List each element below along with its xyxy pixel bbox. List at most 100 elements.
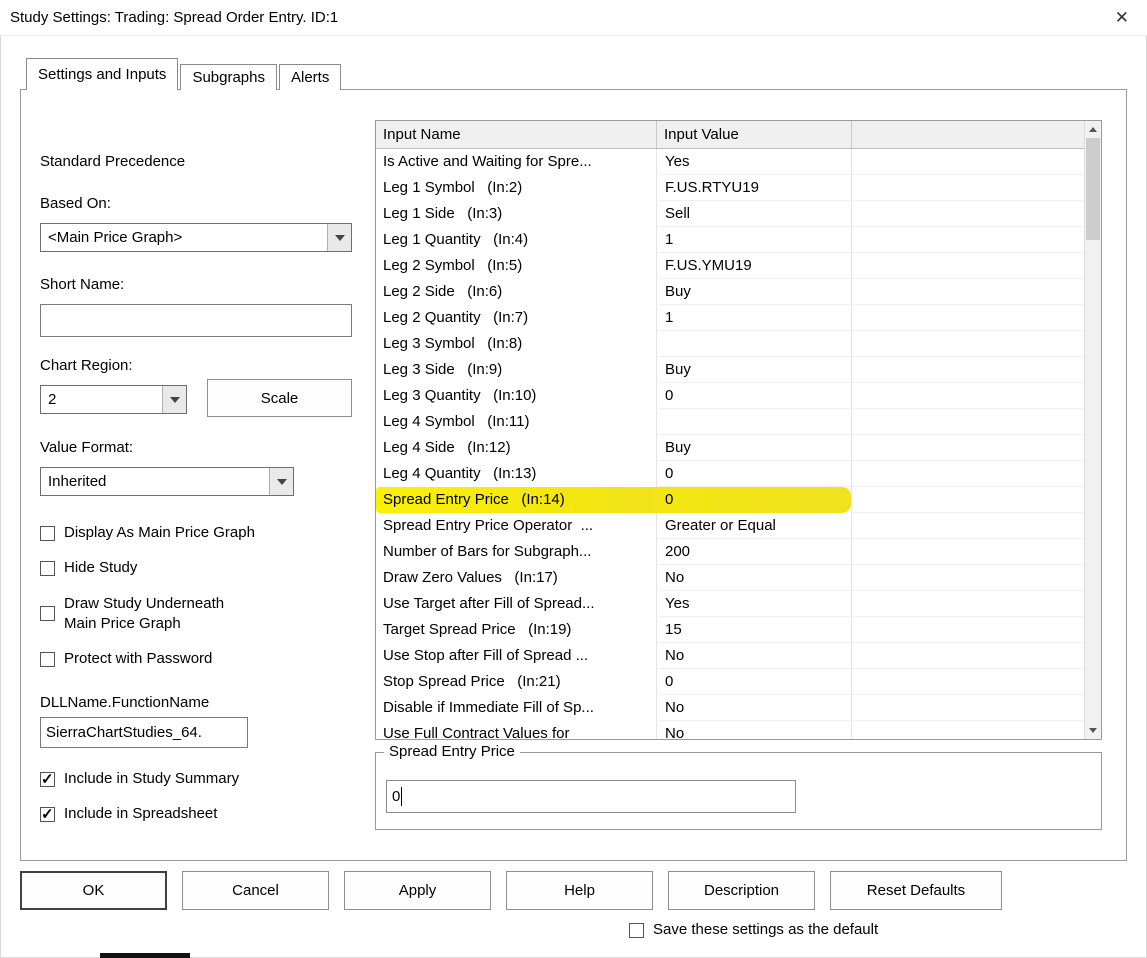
groupbox-title: Spread Entry Price <box>384 743 520 760</box>
cancel-button[interactable]: Cancel <box>182 871 329 910</box>
checkbox-icon[interactable] <box>40 805 55 823</box>
input-extra-cell <box>851 591 1101 617</box>
column-header-input-value[interactable]: Input Value <box>656 121 851 148</box>
input-value-cell: Buy <box>656 279 851 305</box>
chevron-up-icon <box>1089 127 1097 132</box>
table-row[interactable]: Target Spread Price (In:19) 15 <box>376 617 1101 643</box>
scroll-up-button[interactable] <box>1085 121 1101 138</box>
ok-button[interactable]: OK <box>20 871 167 910</box>
dll-function-input[interactable] <box>40 717 248 748</box>
table-row[interactable]: Is Active and Waiting for Spre... Yes <box>376 149 1101 175</box>
table-row[interactable]: Spread Entry Price Operator ... Greater o… <box>376 513 1101 539</box>
input-name-cell: Stop Spread Price (In:21) <box>383 673 561 690</box>
table-row[interactable]: Leg 3 Symbol (In:8) <box>376 331 1101 357</box>
checkbox-hide-study[interactable]: Hide Study <box>40 558 360 578</box>
input-extra-cell <box>851 409 1101 435</box>
tab-alerts[interactable]: Alerts <box>279 64 342 90</box>
table-row[interactable]: Leg 4 Side (In:12) Buy <box>376 435 1101 461</box>
table-row[interactable]: Stop Spread Price (In:21) 0 <box>376 669 1101 695</box>
reset-defaults-button[interactable]: Reset Defaults <box>830 871 1002 910</box>
table-row[interactable]: Leg 1 Symbol (In:2) F.US.RTYU19 <box>376 175 1101 201</box>
checkbox-label: Include in Study Summary <box>64 770 240 787</box>
help-button[interactable]: Help <box>506 871 653 910</box>
input-extra-cell <box>851 253 1101 279</box>
table-row[interactable]: Leg 4 Quantity (In:13) 0 <box>376 461 1101 487</box>
input-value-cell: 0 <box>656 383 851 409</box>
column-header-blank[interactable] <box>851 121 1101 148</box>
close-icon[interactable]: ✕ <box>1107 6 1137 30</box>
checkbox-icon[interactable] <box>40 651 55 667</box>
checkbox-icon[interactable] <box>40 560 55 576</box>
table-row[interactable]: Leg 2 Side (In:6) Buy <box>376 279 1101 305</box>
checkbox-include-in-spreadsheet[interactable]: Include in Spreadsheet <box>40 804 360 824</box>
input-name-cell: Target Spread Price (In:19) <box>383 621 572 638</box>
inputs-table: Input Name Input Value Is Active and Wait… <box>375 120 1102 740</box>
checkbox-label: Include in Spreadsheet <box>64 805 218 823</box>
table-row[interactable]: Number of Bars for Subgraph... 200 <box>376 539 1101 565</box>
checkbox-draw-study-underneath[interactable]: Draw Study Underneath Main Price Graph <box>40 594 360 635</box>
input-value-cell: F.US.YMU19 <box>656 253 851 279</box>
checkbox-icon[interactable] <box>40 606 55 622</box>
input-extra-cell <box>851 175 1101 201</box>
input-value-cell: Buy <box>656 435 851 461</box>
checkbox-icon[interactable] <box>40 770 55 788</box>
table-scrollbar[interactable] <box>1084 121 1101 739</box>
tab-subgraphs[interactable]: Subgraphs <box>180 64 277 90</box>
input-extra-cell <box>851 513 1101 539</box>
scroll-down-button[interactable] <box>1085 722 1101 739</box>
standard-precedence-label: Standard Precedence <box>40 153 186 170</box>
input-value-cell: 200 <box>656 539 851 565</box>
input-extra-cell <box>851 539 1101 565</box>
description-button[interactable]: Description <box>668 871 815 910</box>
checkbox-display-as-main-price-graph[interactable]: Display As Main Price Graph <box>40 523 360 543</box>
titlebar: Study Settings: Trading: Spread Order En… <box>0 0 1147 36</box>
tab-settings-and-inputs[interactable]: Settings and Inputs <box>26 58 179 90</box>
table-row-highlighted[interactable]: Spread Entry Price (In:14) 0 <box>376 487 1101 513</box>
short-name-label: Short Name: <box>40 276 125 293</box>
chevron-down-icon[interactable] <box>269 468 293 495</box>
based-on-dropdown[interactable]: <Main Price Graph> <box>40 223 352 252</box>
input-extra-cell <box>851 565 1101 591</box>
chevron-down-icon[interactable] <box>327 224 351 251</box>
column-header-input-name[interactable]: Input Name <box>376 121 656 148</box>
input-extra-cell <box>851 721 1101 739</box>
chart-region-dropdown[interactable]: 2 <box>40 385 187 414</box>
checkbox-label: Display As Main Price Graph <box>64 524 255 541</box>
input-extra-cell <box>851 435 1101 461</box>
left-checkbox-group: Display As Main Price Graph Hide Study Dra… <box>40 523 360 684</box>
table-row[interactable]: Draw Zero Values (In:17) No <box>376 565 1101 591</box>
spread-entry-price-input[interactable]: 0 <box>386 780 796 813</box>
checkbox-icon[interactable] <box>40 525 55 541</box>
input-name-cell: Leg 2 Quantity (In:7) <box>383 309 529 326</box>
save-default-checkbox[interactable]: Save these settings as the default <box>629 920 878 940</box>
short-name-input[interactable] <box>40 304 352 337</box>
value-format-dropdown[interactable]: Inherited <box>40 467 294 496</box>
based-on-value: <Main Price Graph> <box>48 229 183 246</box>
chevron-down-icon[interactable] <box>162 386 186 413</box>
input-extra-cell <box>851 487 1101 513</box>
table-row[interactable]: Leg 1 Quantity (In:4) 1 <box>376 227 1101 253</box>
text-caret <box>401 787 403 806</box>
table-row[interactable]: Leg 3 Side (In:9) Buy <box>376 357 1101 383</box>
checkbox-icon[interactable] <box>629 922 644 938</box>
spread-entry-price-group: Spread Entry Price 0 <box>375 743 1102 830</box>
input-value-cell: No <box>656 695 851 721</box>
scrollbar-thumb[interactable] <box>1086 138 1100 240</box>
table-row[interactable]: Disable if Immediate Fill of Sp... No <box>376 695 1101 721</box>
table-row[interactable]: Use Stop after Fill of Spread ... No <box>376 643 1101 669</box>
input-value-cell: Yes <box>656 149 851 175</box>
apply-button[interactable]: Apply <box>344 871 491 910</box>
table-row[interactable]: Leg 3 Quantity (In:10) 0 <box>376 383 1101 409</box>
checkbox-include-in-study-summary[interactable]: Include in Study Summary <box>40 769 360 789</box>
input-value-cell: No <box>656 721 851 739</box>
input-name-cell: Leg 2 Side (In:6) <box>383 283 503 300</box>
checkbox-protect-with-password[interactable]: Protect with Password <box>40 649 360 669</box>
table-row[interactable]: Leg 2 Symbol (In:5) F.US.YMU19 <box>376 253 1101 279</box>
input-value-cell: 0 <box>656 461 851 487</box>
scale-button[interactable]: Scale <box>207 379 352 417</box>
table-row[interactable]: Leg 1 Side (In:3) Sell <box>376 201 1101 227</box>
table-row[interactable]: Use Full Contract Values for No <box>376 721 1101 739</box>
table-row[interactable]: Leg 4 Symbol (In:11) <box>376 409 1101 435</box>
table-row[interactable]: Leg 2 Quantity (In:7) 1 <box>376 305 1101 331</box>
table-row[interactable]: Use Target after Fill of Spread... Yes <box>376 591 1101 617</box>
